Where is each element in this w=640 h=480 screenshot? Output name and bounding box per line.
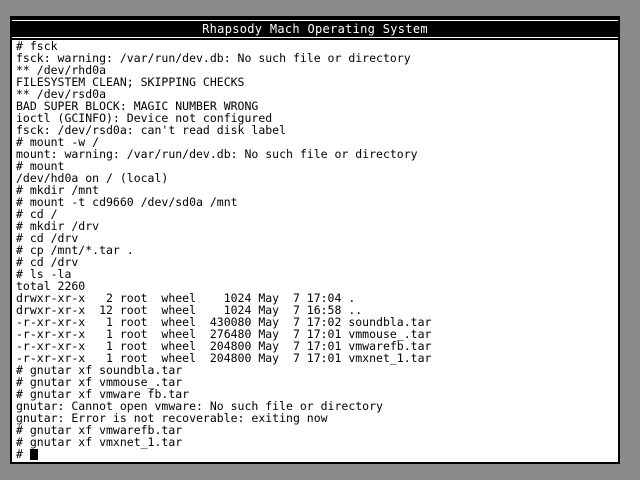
terminal-line: mount: warning: /var/run/dev.db: No such… xyxy=(16,147,418,161)
text-cursor xyxy=(29,449,38,460)
terminal-line: # gnutar xf vmxnet_1.tar xyxy=(16,435,183,449)
title-bar-rule-bottom xyxy=(12,37,618,38)
terminal-line: # mount -t cd9660 /dev/sd0a /mnt xyxy=(16,195,238,209)
terminal-line: /dev/hd0a on / (local) xyxy=(16,171,169,185)
command-prompt-line[interactable]: # xyxy=(16,448,614,460)
window-title: Rhapsody Mach Operating System xyxy=(202,22,428,36)
title-bar[interactable]: Rhapsody Mach Operating System xyxy=(12,18,618,40)
terminal-line: # mkdir /drv xyxy=(16,219,100,233)
terminal-line: # cd / xyxy=(16,207,58,221)
console-window[interactable]: Rhapsody Mach Operating System # fsck fs… xyxy=(10,16,620,464)
terminal-output[interactable]: # fsck fsck: warning: /var/run/dev.db: N… xyxy=(16,40,614,460)
terminal-line: # ls -la xyxy=(16,267,72,281)
terminal-line: # cp /mnt/*.tar . xyxy=(16,243,134,257)
terminal-line: fsck: /dev/rsd0a: can't read disk label xyxy=(16,123,287,137)
desktop-background: Rhapsody Mach Operating System # fsck fs… xyxy=(0,0,640,480)
command-prompt: # xyxy=(16,447,30,460)
terminal-line: # cd /drv xyxy=(16,255,79,269)
